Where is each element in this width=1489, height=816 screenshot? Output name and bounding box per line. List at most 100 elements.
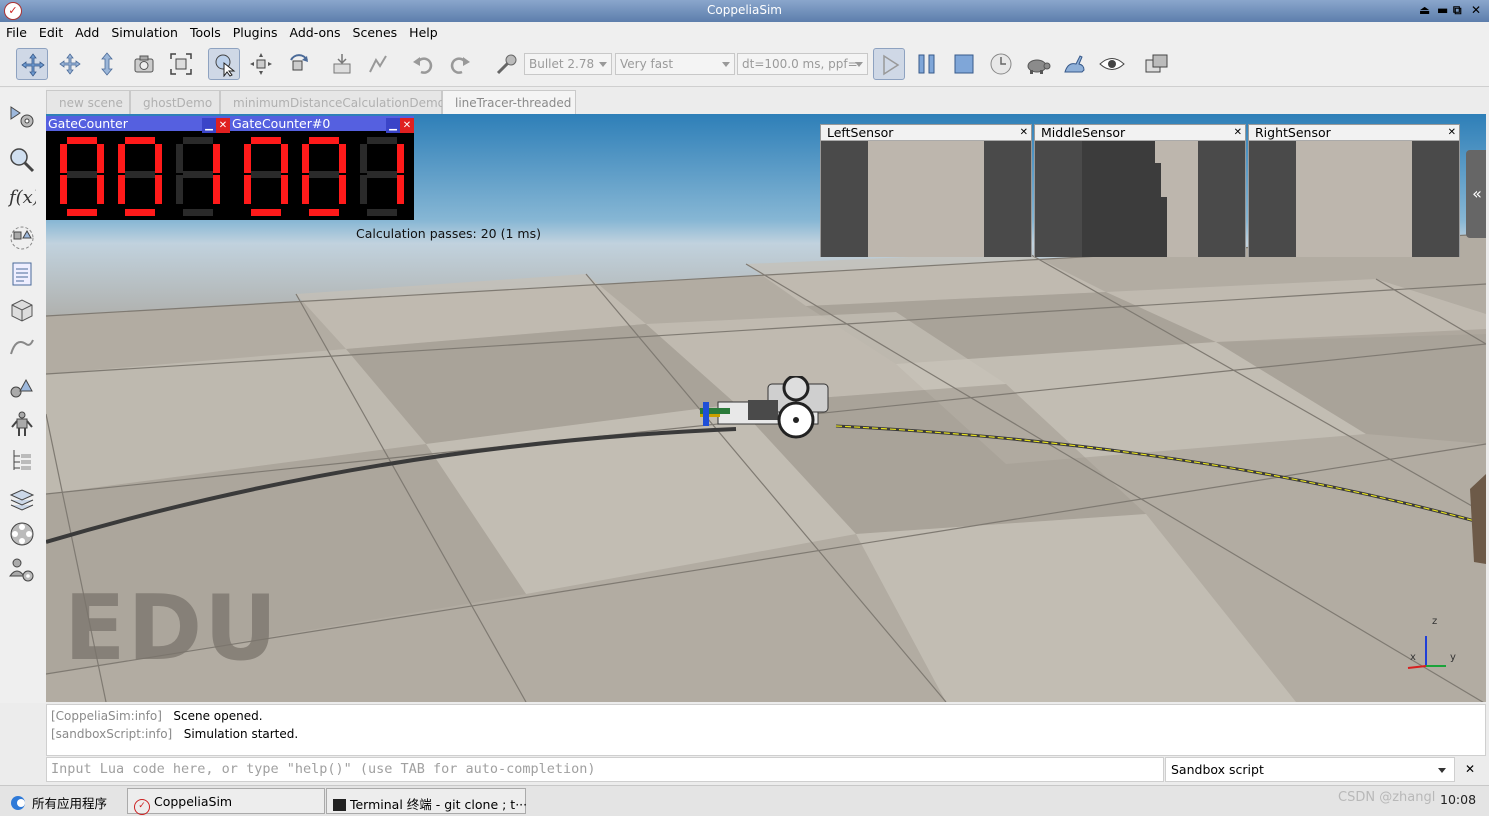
play-icon xyxy=(883,54,900,76)
tab-new-scene[interactable]: new scene xyxy=(46,90,130,114)
path-edit-button[interactable] xyxy=(8,332,38,362)
fit-to-view-button[interactable] xyxy=(165,48,197,80)
segment xyxy=(125,209,155,216)
collections-icon xyxy=(10,226,34,250)
dynamics-toggle-button[interactable] xyxy=(490,48,522,80)
close-icon[interactable]: ✕ xyxy=(400,118,414,133)
segment xyxy=(251,171,281,178)
robot-button[interactable] xyxy=(8,410,38,440)
collections-button[interactable] xyxy=(8,224,38,254)
transfer-dna-button[interactable] xyxy=(362,48,394,80)
simulation-settings-button[interactable] xyxy=(8,103,38,133)
menu-file[interactable]: File xyxy=(0,22,33,40)
lua-command-input[interactable]: Input Lua code here, or type "help()" (u… xyxy=(46,757,1164,782)
tab-ghostdemo[interactable]: ghostDemo xyxy=(130,90,220,114)
maximize-button[interactable]: ⧉ xyxy=(1453,3,1462,18)
camera-rotate-button[interactable] xyxy=(54,48,86,80)
segment xyxy=(244,144,251,173)
scene-viewport[interactable]: GateCounter ▁ ✕ GateCounter#0 ▁ ✕ Calcul… xyxy=(46,114,1486,702)
close-icon[interactable]: ✕ xyxy=(1448,125,1456,140)
pause-simulation-button[interactable] xyxy=(911,48,943,80)
task-coppeliasim-label: CoppeliaSim xyxy=(153,794,233,809)
timestep-select[interactable]: dt=100.0 ms, ppf= xyxy=(737,53,868,75)
slow-down-button[interactable] xyxy=(1021,48,1053,80)
menu-plugins[interactable]: Plugins xyxy=(227,22,284,40)
shade-button[interactable]: ⏏ xyxy=(1419,3,1430,17)
menu-simulation[interactable]: Simulation xyxy=(105,22,184,40)
object-shift-button[interactable] xyxy=(245,48,277,80)
segment xyxy=(360,175,367,204)
segment xyxy=(67,209,97,216)
shape-edit-button[interactable] xyxy=(8,296,38,326)
clock-icon xyxy=(990,53,1012,75)
start-simulation-button[interactable] xyxy=(873,48,905,80)
close-icon[interactable]: ✕ xyxy=(1234,125,1242,140)
tab-linetracer-threaded[interactable]: lineTracer-threaded xyxy=(442,90,576,114)
model-browser-button[interactable] xyxy=(8,374,38,404)
left-sensor-window[interactable]: LeftSensor ✕ xyxy=(820,124,1032,257)
segment xyxy=(244,175,251,204)
undo-icon xyxy=(413,57,433,74)
close-icon[interactable]: ✕ xyxy=(1460,759,1480,779)
user-settings-button[interactable] xyxy=(8,556,38,586)
fit-view-icon xyxy=(170,53,192,75)
minimize-icon[interactable]: ▁ xyxy=(202,118,216,133)
dna-icon xyxy=(369,55,387,73)
close-icon[interactable]: ✕ xyxy=(1020,125,1028,140)
speed-up-button[interactable] xyxy=(1058,48,1090,80)
camera-angle-button[interactable] xyxy=(128,48,160,80)
camera-shift-button[interactable] xyxy=(91,48,123,80)
script-selector[interactable]: Sandbox script xyxy=(1165,757,1455,782)
undo-button[interactable] xyxy=(407,48,439,80)
menu-edit[interactable]: Edit xyxy=(33,22,69,40)
calc-modules-button[interactable]: f(x) xyxy=(7,182,40,212)
close-button[interactable]: ✕ xyxy=(1471,3,1481,17)
menu-scenes[interactable]: Scenes xyxy=(347,22,404,40)
sim-speed-select[interactable]: Very fast xyxy=(615,53,735,75)
close-icon[interactable]: ✕ xyxy=(216,118,230,133)
start-menu-button[interactable]: 所有应用程序 xyxy=(4,788,124,814)
hierarchy-icon xyxy=(13,450,31,470)
scene-hierarchy-button[interactable] xyxy=(8,446,38,476)
selection-button[interactable] xyxy=(8,146,38,176)
line-tracer-robot xyxy=(700,376,829,439)
right-sensor-window[interactable]: RightSensor ✕ xyxy=(1248,124,1460,257)
minimize-icon[interactable]: ▁ xyxy=(386,118,400,133)
menu-add[interactable]: Add xyxy=(69,22,105,40)
cube-icon xyxy=(11,299,33,322)
redo-button[interactable] xyxy=(444,48,476,80)
task-terminal[interactable]: Terminal 终端 - git clone ; t··· xyxy=(326,788,527,814)
object-select-button[interactable] xyxy=(208,48,240,80)
status-console: [CoppeliaSim:info] Scene opened. [sandbo… xyxy=(46,704,1486,756)
path-icon xyxy=(10,339,34,355)
scripts-button[interactable] xyxy=(8,260,38,290)
menu-addons[interactable]: Add-ons xyxy=(284,22,347,40)
collapse-panel-button[interactable]: « xyxy=(1466,150,1486,238)
turtle-icon xyxy=(1027,59,1051,74)
gate-counter-window[interactable]: GateCounter ▁ ✕ xyxy=(46,116,230,220)
menu-help[interactable]: Help xyxy=(403,22,444,40)
video-recorder-button[interactable] xyxy=(8,520,38,550)
segment xyxy=(339,144,346,173)
segment xyxy=(176,144,183,173)
right-sensor-image xyxy=(1249,141,1459,257)
minimize-button[interactable]: ▬ xyxy=(1437,3,1448,17)
physics-engine-select[interactable]: Bullet 2.78 xyxy=(524,53,612,75)
stop-simulation-button[interactable] xyxy=(948,48,980,80)
left-sensor-title: LeftSensor xyxy=(827,125,894,140)
rabbit-icon xyxy=(1064,55,1085,73)
toggle-visualization-button[interactable] xyxy=(1095,48,1127,80)
gate-counter-0-window[interactable]: GateCounter#0 ▁ ✕ xyxy=(230,116,414,220)
assemble-button[interactable] xyxy=(326,48,358,80)
camera-pan-button[interactable] xyxy=(16,48,48,80)
task-coppeliasim[interactable]: ✓ CoppeliaSim xyxy=(127,788,325,815)
layers-button[interactable] xyxy=(1140,48,1172,80)
layers-view-button[interactable] xyxy=(8,486,38,516)
menu-tools[interactable]: Tools xyxy=(184,22,227,40)
segment xyxy=(97,175,104,204)
middle-sensor-window[interactable]: MiddleSensor ✕ xyxy=(1034,124,1246,257)
tab-minimum-distance-demo[interactable]: minimumDistanceCalculationDemo xyxy=(220,90,445,114)
terminal-icon xyxy=(333,799,346,811)
object-rotate-button[interactable] xyxy=(283,48,315,80)
realtime-button[interactable] xyxy=(985,48,1017,80)
